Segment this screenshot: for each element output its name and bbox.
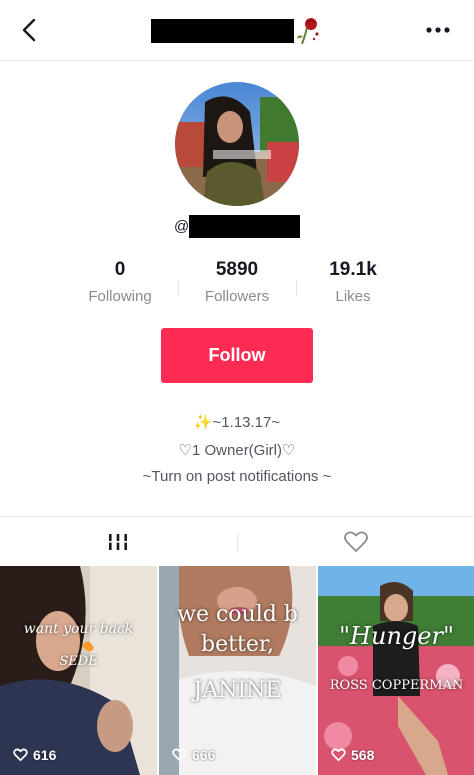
- followers-stat[interactable]: 5890 Followers: [177, 258, 297, 305]
- following-label: Following: [88, 288, 152, 305]
- video-grid: want your back SEDE 616 we could b bette…: [0, 566, 474, 775]
- more-options-button[interactable]: [420, 20, 460, 40]
- video-like-count-value: 568: [351, 747, 375, 763]
- grid-icon: [107, 534, 129, 550]
- likes-count: 19.1k: [329, 259, 377, 280]
- top-bar: [0, 0, 474, 61]
- video-caption: ROSS COPPERMAN: [329, 678, 464, 693]
- heart-icon: [172, 748, 187, 762]
- video-caption: "Hunger": [339, 622, 454, 650]
- bio-line-2: ♡1 Owner(Girl)♡: [178, 442, 296, 459]
- video-like-count: 616: [13, 747, 56, 763]
- video-like-count: 666: [172, 747, 215, 763]
- back-button[interactable]: [14, 14, 46, 46]
- bio-line-1: ✨~1.13.17~: [193, 414, 281, 431]
- heart-icon: [331, 748, 346, 762]
- video-caption: JANINE: [193, 678, 282, 703]
- followers-count: 5890: [215, 259, 259, 280]
- username-title-redacted: [151, 19, 294, 43]
- video-caption: we could b: [177, 602, 298, 627]
- video-caption: want your back: [23, 621, 134, 637]
- video-caption: SEDE: [59, 654, 98, 669]
- heart-outline-icon: [344, 531, 368, 552]
- video-like-count: 568: [331, 747, 374, 763]
- likes-label: Likes: [335, 288, 371, 305]
- heart-icon: [13, 748, 28, 762]
- profile-avatar[interactable]: [175, 82, 299, 206]
- tab-videos[interactable]: [0, 517, 237, 567]
- follow-button[interactable]: Follow: [161, 328, 313, 383]
- video-thumbnail-image: [318, 566, 474, 775]
- followers-label: Followers: [204, 288, 270, 305]
- video-thumbnail[interactable]: we could b better, JANINE 666: [159, 566, 316, 775]
- video-thumbnail-image: [0, 566, 157, 775]
- avatar-image: [175, 82, 299, 206]
- following-count: 0: [114, 259, 126, 280]
- bio-line-3: ~Turn on post notifications ~: [142, 468, 332, 485]
- video-caption: better,: [201, 632, 274, 657]
- video-like-count-value: 616: [33, 747, 57, 763]
- video-thumbnail[interactable]: "Hunger" ROSS COPPERMAN 568: [318, 566, 474, 775]
- video-like-count-value: 666: [192, 747, 216, 763]
- handle-redacted: [189, 215, 300, 238]
- video-thumbnail[interactable]: want your back SEDE 616: [0, 566, 157, 775]
- following-stat[interactable]: 0 Following: [60, 258, 180, 305]
- profile-handle: @: [0, 215, 474, 239]
- likes-stat: 19.1k Likes: [293, 258, 413, 305]
- tab-liked[interactable]: [237, 517, 474, 567]
- chevron-left-icon: [22, 18, 36, 42]
- handle-at-symbol: @: [174, 218, 190, 235]
- profile-tabs: [0, 516, 474, 567]
- more-horizontal-icon: [426, 27, 450, 33]
- rose-emoji: [293, 14, 323, 46]
- rose-icon: [297, 18, 319, 45]
- profile-stats: 0 Following 5890 Followers 19.1k Likes: [0, 258, 474, 314]
- video-thumbnail-image: [159, 566, 316, 775]
